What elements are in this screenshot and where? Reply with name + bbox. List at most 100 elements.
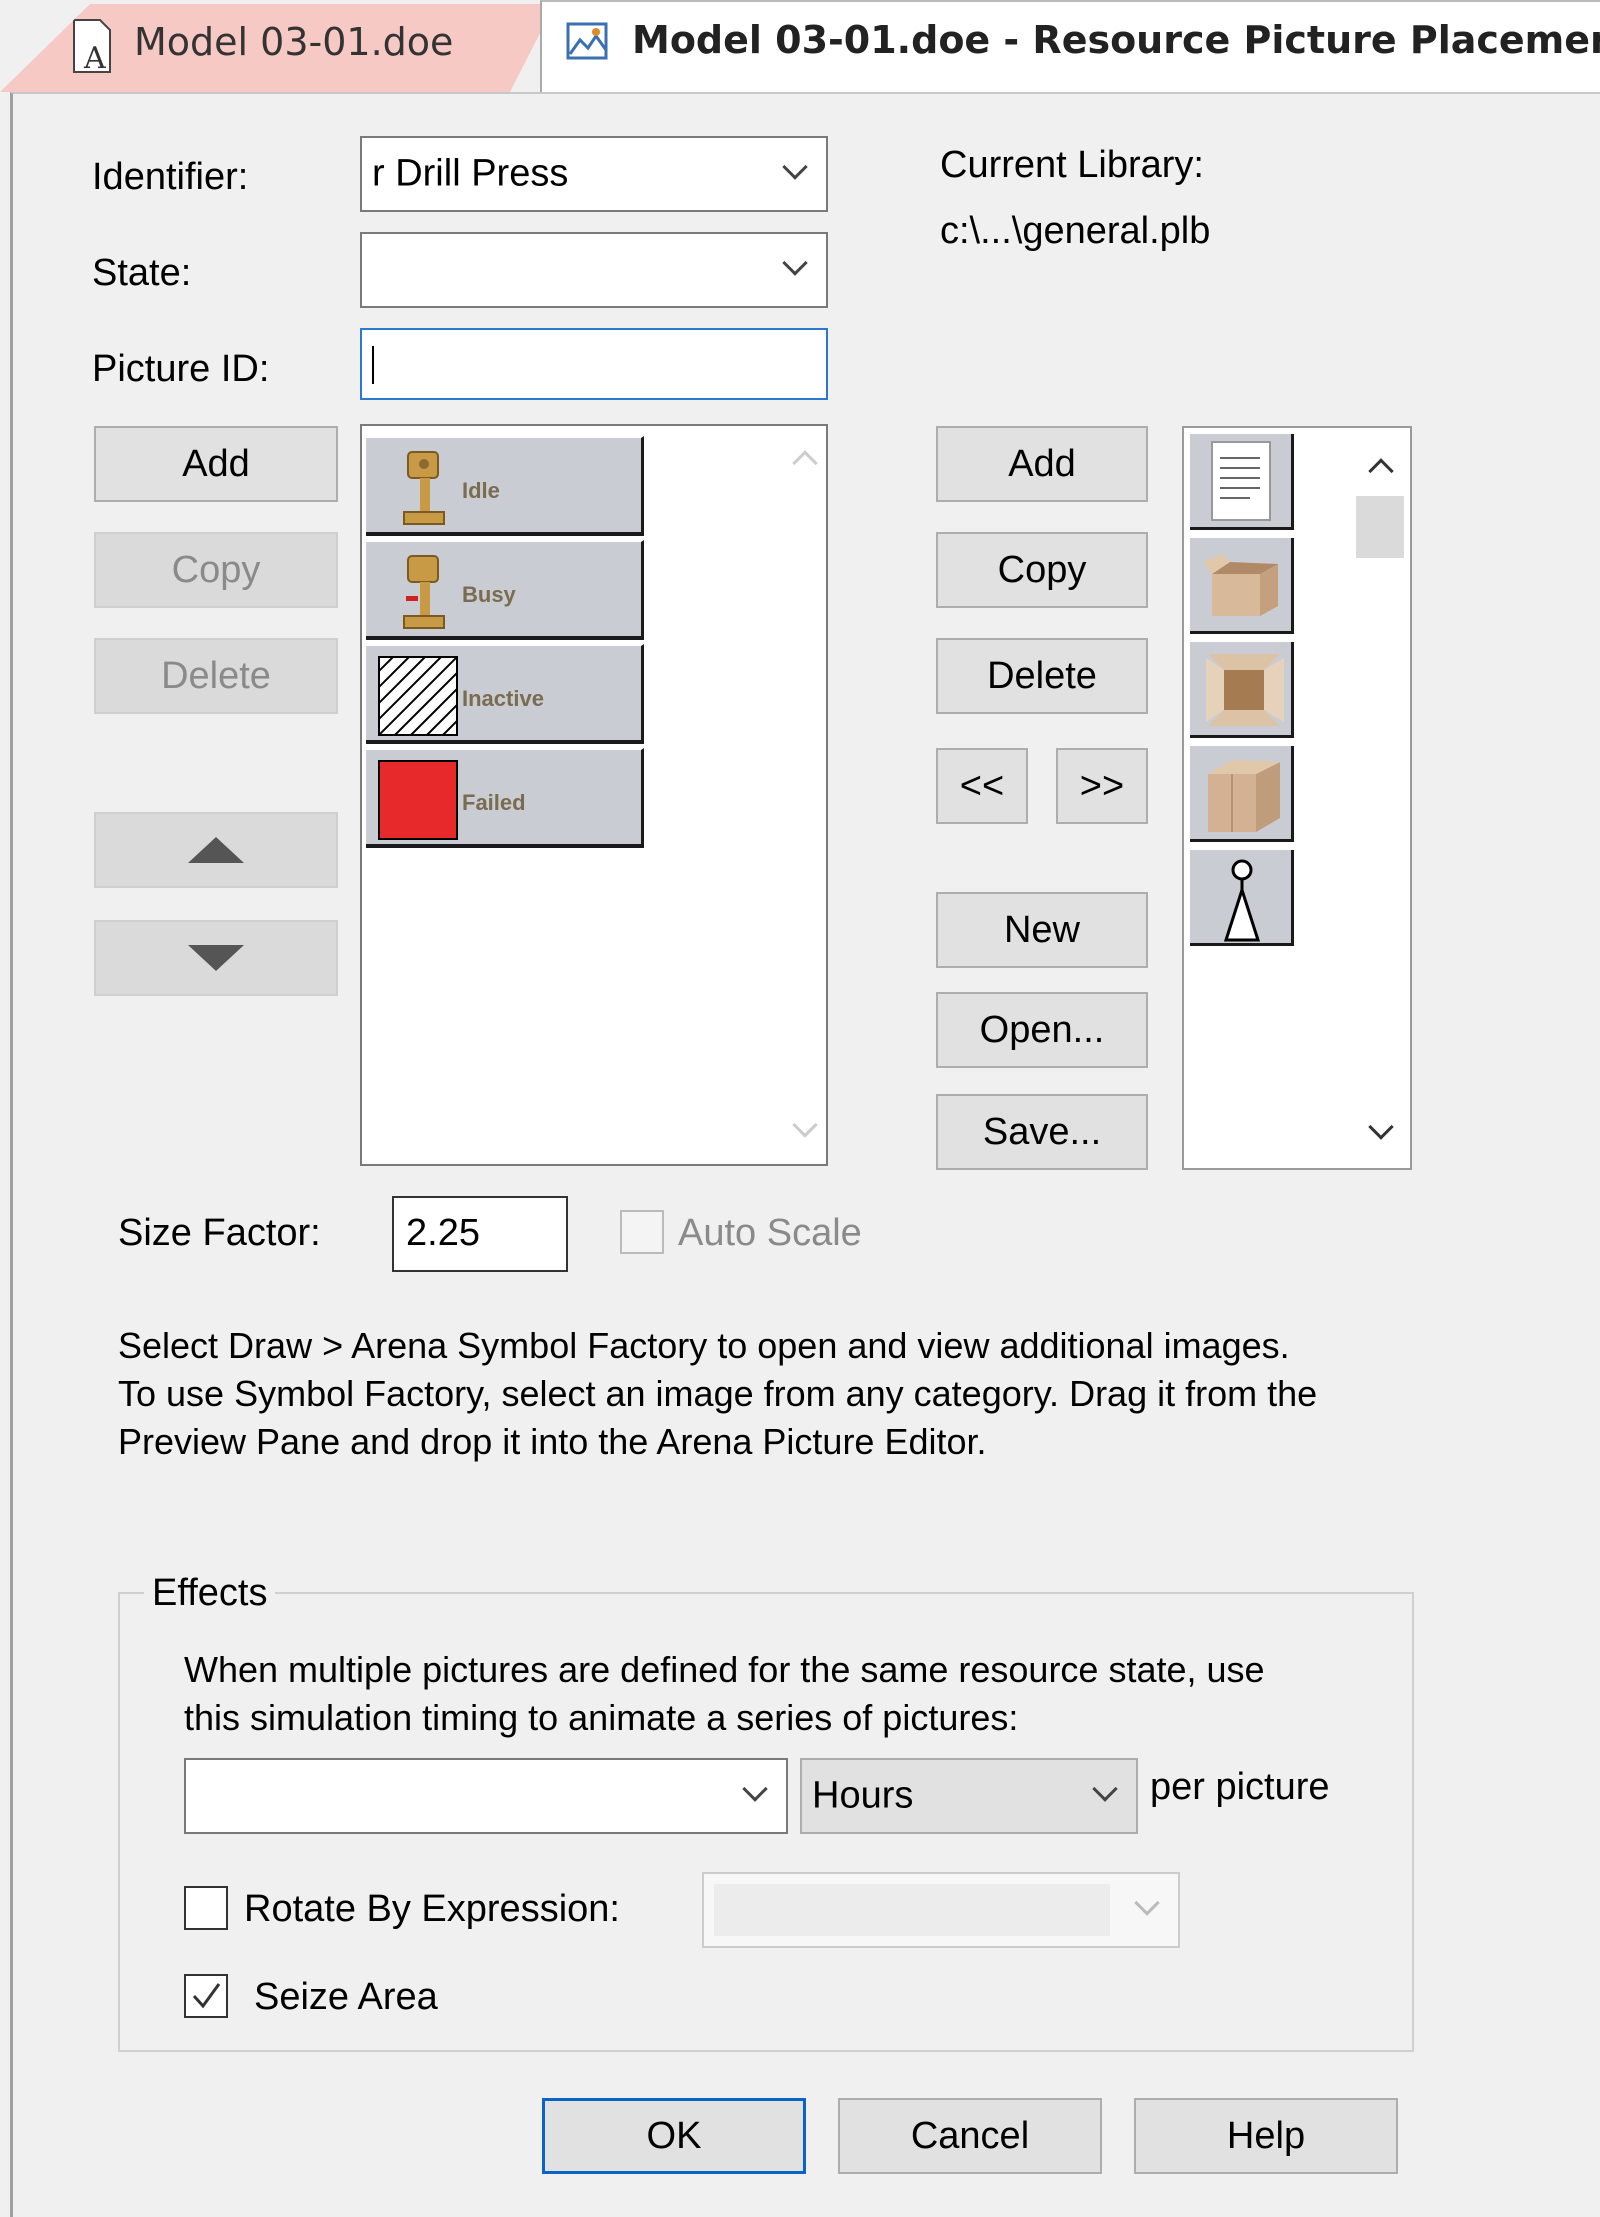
delete-picture-label: Delete xyxy=(161,654,271,697)
scroll-down-icon xyxy=(792,1112,818,1138)
library-open-label: Open... xyxy=(979,1008,1105,1051)
info-text-line: Preview Pane and drop it into the Arena … xyxy=(118,1421,987,1462)
picture-list-scrollbar[interactable] xyxy=(784,426,826,1164)
help-label: Help xyxy=(1226,2114,1306,2157)
size-factor-input[interactable]: 2.25 xyxy=(392,1196,568,1272)
document-icon: A xyxy=(70,18,114,76)
library-delete-label: Delete xyxy=(987,654,1097,697)
library-delete-button[interactable]: Delete xyxy=(936,638,1148,714)
stick-figure-icon xyxy=(1223,859,1261,942)
ok-label: OK xyxy=(646,2114,702,2157)
add-picture-button[interactable]: Add xyxy=(94,426,338,502)
library-previous-label: << xyxy=(959,764,1005,807)
info-text-line: To use Symbol Factory, select an image f… xyxy=(118,1373,1318,1414)
cancel-label: Cancel xyxy=(910,2114,1030,2157)
identifier-combobox[interactable]: r Drill Press xyxy=(360,136,828,212)
library-item-open-box-top[interactable] xyxy=(1190,642,1294,738)
library-item-document[interactable] xyxy=(1190,434,1294,530)
library-new-button[interactable]: New xyxy=(936,892,1148,968)
effects-description-line: When multiple pictures are defined for t… xyxy=(184,1649,1265,1690)
red-square-icon xyxy=(378,760,458,840)
rotate-by-expression-label: Rotate By Expression: xyxy=(244,1888,620,1930)
library-next-label: >> xyxy=(1079,764,1125,807)
picture-caption: Inactive xyxy=(462,686,544,711)
checkmark-icon xyxy=(192,1983,221,2009)
library-list[interactable] xyxy=(1182,426,1412,1170)
tab-resource-picture-placement[interactable]: Model 03-01.doe - Resource Picture Place… xyxy=(540,0,1600,92)
library-copy-button[interactable]: Copy xyxy=(936,532,1148,608)
auto-scale-label: Auto Scale xyxy=(678,1212,862,1254)
library-copy-label: Copy xyxy=(997,548,1087,591)
svg-text:A: A xyxy=(83,41,106,74)
scroll-up-icon xyxy=(792,450,818,476)
picture-caption: Failed xyxy=(462,790,526,815)
list-item-idle[interactable]: Idle xyxy=(366,436,644,536)
scroll-up-icon xyxy=(1368,458,1394,484)
library-list-scrollbar[interactable] xyxy=(1350,428,1410,1168)
per-picture-label: per picture xyxy=(1150,1766,1330,1808)
text-cursor xyxy=(372,346,374,384)
library-add-button[interactable]: Add xyxy=(936,426,1148,502)
chevron-down-icon xyxy=(1092,1776,1118,1802)
document-icon xyxy=(1211,441,1271,521)
size-factor-value: 2.25 xyxy=(406,1212,480,1254)
cancel-button[interactable]: Cancel xyxy=(838,2098,1102,2174)
effects-description: When multiple pictures are defined for t… xyxy=(184,1646,1265,1742)
triangle-down-icon xyxy=(188,945,244,971)
library-open-button[interactable]: Open... xyxy=(936,992,1148,1068)
list-item-failed[interactable]: Failed xyxy=(366,748,644,848)
picture-caption: Idle xyxy=(462,478,500,503)
current-library-path: c:\...\general.plb xyxy=(940,210,1211,252)
library-item-closed-box[interactable] xyxy=(1190,746,1294,842)
rotate-by-expression-checkbox[interactable] xyxy=(184,1886,228,1930)
picture-list[interactable]: Idle Busy Inactive Failed xyxy=(360,424,828,1166)
delete-picture-button[interactable]: Delete xyxy=(94,638,338,714)
identifier-label: Identifier: xyxy=(92,156,249,198)
state-combobox[interactable] xyxy=(360,232,828,308)
seize-area-checkbox[interactable] xyxy=(184,1974,228,2018)
picture-id-label: Picture ID: xyxy=(92,348,270,390)
chevron-down-icon xyxy=(1134,1890,1160,1916)
move-up-button[interactable] xyxy=(94,812,338,888)
copy-picture-button[interactable]: Copy xyxy=(94,532,338,608)
library-save-button[interactable]: Save... xyxy=(936,1094,1148,1170)
closed-box-icon xyxy=(1208,760,1280,832)
timing-combobox[interactable] xyxy=(184,1758,788,1834)
chevron-down-icon xyxy=(782,154,808,180)
open-box-top-icon xyxy=(1206,654,1284,726)
chevron-down-icon xyxy=(742,1776,768,1802)
library-next-button[interactable]: >> xyxy=(1056,748,1148,824)
move-down-button[interactable] xyxy=(94,920,338,996)
hatched-square-icon xyxy=(378,656,458,736)
picture-caption: Busy xyxy=(462,582,516,607)
triangle-up-icon xyxy=(188,837,244,863)
open-box-icon xyxy=(1204,554,1278,616)
rotate-expression-field xyxy=(714,1884,1110,1936)
library-save-label: Save... xyxy=(982,1110,1102,1153)
current-library-label: Current Library: xyxy=(940,144,1204,186)
effects-title: Effects xyxy=(144,1572,276,1615)
rotate-expression-combobox[interactable] xyxy=(702,1872,1180,1948)
units-value: Hours xyxy=(812,1774,914,1817)
drill-press-busy-icon xyxy=(403,555,445,629)
list-item-busy[interactable]: Busy xyxy=(366,540,644,640)
help-button[interactable]: Help xyxy=(1134,2098,1398,2174)
library-item-stick-figure[interactable] xyxy=(1190,850,1294,946)
library-new-label: New xyxy=(1003,908,1081,951)
list-item-inactive[interactable]: Inactive xyxy=(366,644,644,744)
library-item-open-box[interactable] xyxy=(1190,538,1294,634)
add-picture-label: Add xyxy=(182,442,250,485)
info-text-line: Select Draw > Arena Symbol Factory to op… xyxy=(118,1325,1290,1366)
size-factor-label: Size Factor: xyxy=(118,1212,321,1254)
picture-id-input[interactable] xyxy=(360,328,828,400)
library-previous-button[interactable]: << xyxy=(936,748,1028,824)
library-add-label: Add xyxy=(1008,442,1076,485)
ok-button[interactable]: OK xyxy=(542,2098,806,2174)
tab-resource-picture-placement-label: Model 03-01.doe - Resource Picture Place… xyxy=(632,18,1600,62)
auto-scale-checkbox[interactable] xyxy=(620,1210,664,1254)
units-combobox[interactable]: Hours xyxy=(800,1758,1138,1834)
scroll-thumb[interactable] xyxy=(1356,496,1404,558)
tab-model[interactable]: A Model 03-01.doe xyxy=(0,4,555,92)
copy-picture-label: Copy xyxy=(171,548,261,591)
tab-model-label: Model 03-01.doe xyxy=(134,20,454,64)
